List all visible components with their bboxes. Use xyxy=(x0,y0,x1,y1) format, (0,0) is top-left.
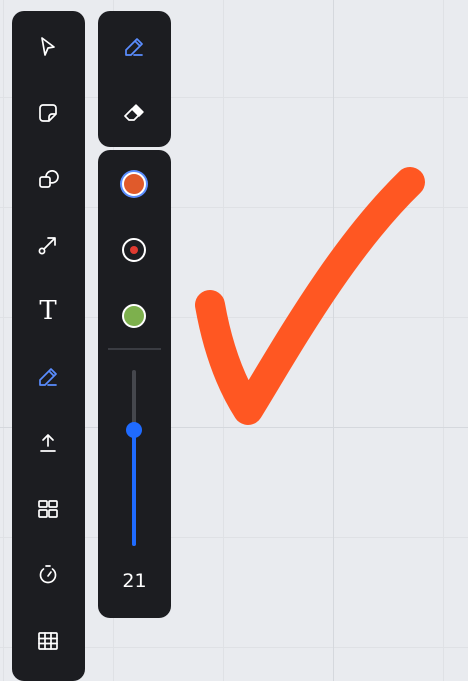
sticky-note-tool-button[interactable] xyxy=(12,85,84,141)
pen-icon xyxy=(125,38,143,56)
upload-tool-button[interactable] xyxy=(12,415,84,471)
draw-mode-panel xyxy=(98,11,171,147)
eraser-mode-button[interactable] xyxy=(98,85,170,141)
upload-icon xyxy=(40,434,56,452)
pen-icon xyxy=(39,368,57,386)
pen-settings-panel: 21 xyxy=(98,150,171,618)
pen-mode-button[interactable] xyxy=(98,19,170,75)
stroke-size-slider-fill xyxy=(132,430,136,546)
timer-tool-button[interactable] xyxy=(12,547,84,603)
connector-arrow-icon xyxy=(38,237,56,255)
stroke-size-value: 21 xyxy=(122,570,147,592)
main-toolbar: T xyxy=(12,11,85,681)
table-tool-button[interactable] xyxy=(12,613,84,669)
color-swatch-red[interactable] xyxy=(122,238,146,262)
shapes-tool-button[interactable] xyxy=(12,151,84,207)
color-swatch-orange[interactable] xyxy=(122,172,146,196)
eraser-icon xyxy=(124,104,144,121)
timer-icon xyxy=(39,565,57,584)
sticky-note-icon xyxy=(39,104,57,122)
text-tool-button[interactable]: T xyxy=(12,283,84,339)
connector-tool-button[interactable] xyxy=(12,217,84,273)
stroke-size-slider-thumb[interactable] xyxy=(126,422,142,438)
shapes-icon xyxy=(39,170,59,188)
table-icon xyxy=(38,632,58,650)
select-tool-button[interactable] xyxy=(12,19,84,75)
cursor-icon xyxy=(41,37,55,56)
templates-tool-button[interactable] xyxy=(12,481,84,537)
panel-divider xyxy=(108,348,161,350)
templates-grid-icon xyxy=(38,500,58,518)
pen-tool-button[interactable] xyxy=(12,349,84,405)
color-swatch-green[interactable] xyxy=(122,304,146,328)
text-icon: T xyxy=(39,296,57,326)
